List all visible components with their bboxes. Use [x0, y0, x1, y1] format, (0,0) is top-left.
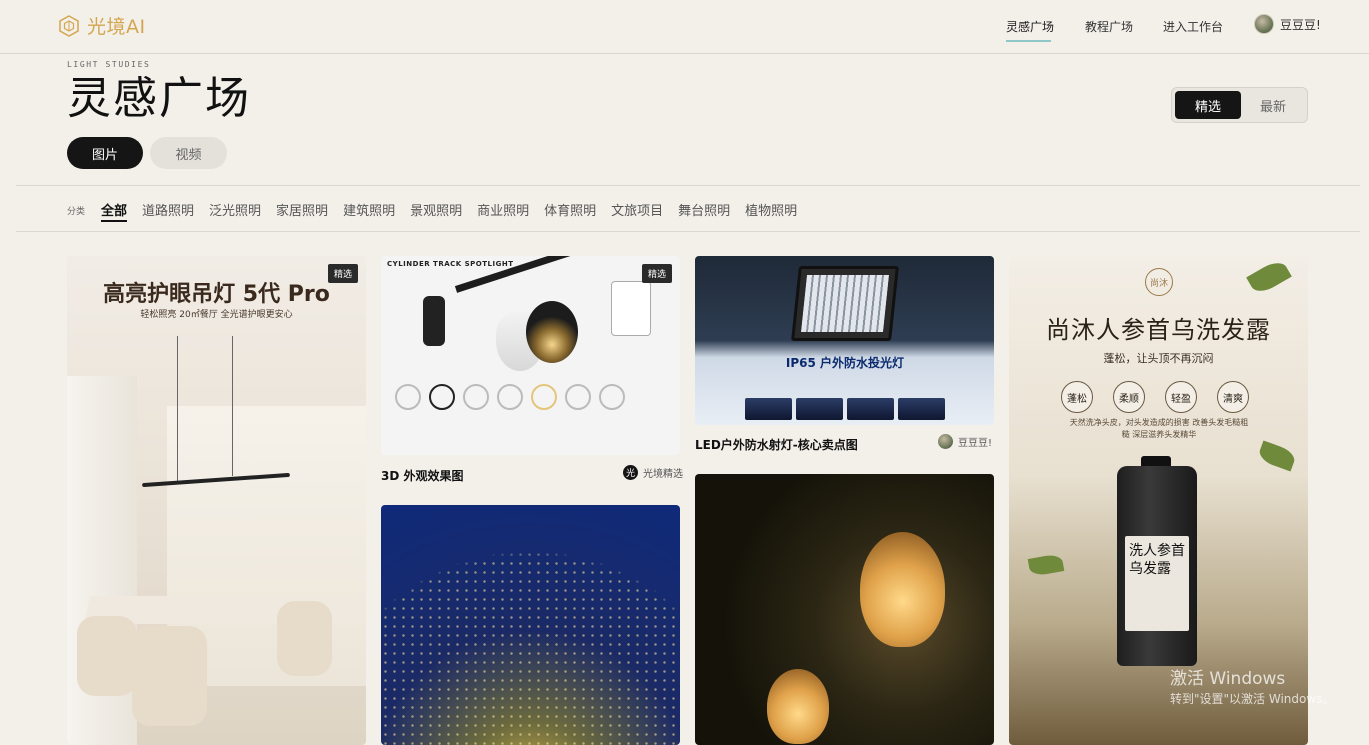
brand-seal: 尚沐 [1145, 268, 1173, 296]
category-sports[interactable]: 体育照明 [544, 200, 596, 222]
category-bar: 全部 道路照明 泛光照明 家居照明 建筑照明 景观照明 商业照明 体育照明 文旅… [101, 200, 812, 222]
logo[interactable]: 光境AI [57, 12, 146, 39]
category-home[interactable]: 家居照明 [276, 200, 328, 222]
tab-images[interactable]: 图片 [67, 137, 143, 169]
leaf [1256, 440, 1298, 472]
top-bar: 光境AI 灵感广场 教程广场 进入工作台 豆豆豆! [0, 0, 1369, 54]
windows-activation-watermark: 激活 Windows [1170, 669, 1286, 689]
accessory-ring [463, 384, 489, 410]
divider [16, 231, 1360, 232]
light-canopy-pattern [381, 505, 680, 745]
page-title: 灵感广场 [67, 73, 251, 124]
category-commercial[interactable]: 商业照明 [477, 200, 529, 222]
featured-badge: 精选 [641, 264, 672, 283]
user-menu[interactable]: 豆豆豆! [1254, 14, 1321, 34]
accessory-ring [429, 384, 455, 410]
nav-active-indicator [1006, 40, 1051, 42]
nav-tutorials[interactable]: 教程广场 [1085, 18, 1133, 35]
category-culture-tourism[interactable]: 文旅项目 [611, 200, 663, 222]
gallery-card-light-canopy[interactable] [381, 505, 680, 745]
category-all[interactable]: 全部 [101, 200, 128, 222]
dining-chair [132, 626, 207, 726]
thumbnail [745, 398, 792, 420]
sort-latest-button[interactable]: 最新 [1240, 91, 1306, 119]
category-architecture[interactable]: 建筑照明 [343, 200, 395, 222]
category-stage[interactable]: 舞台照明 [678, 200, 730, 222]
card-author[interactable]: 豆豆豆! [938, 434, 992, 449]
gallery-card-floodlight[interactable]: IP65 户外防水投光灯 [695, 256, 994, 425]
category-label: 分类 [67, 207, 86, 217]
card-overlay-title: 尚沐人参首乌洗发露 [1046, 316, 1271, 344]
thumbnail-strip [745, 398, 945, 420]
rattan-lantern [860, 532, 945, 647]
nav-workspace[interactable]: 进入工作台 [1163, 18, 1223, 35]
windows-activation-hint: 转到"设置"以激活 Windows。 [1170, 692, 1335, 706]
nav-inspiration[interactable]: 灵感广场 [1006, 18, 1054, 35]
avatar [1254, 14, 1274, 34]
spotlight-exploded [423, 296, 445, 346]
card-overlay-slogan: 蓬松，让头顶不再沉闷 [1103, 352, 1214, 365]
category-landscape[interactable]: 景观照明 [410, 200, 462, 222]
dining-chair [77, 616, 137, 696]
category-road[interactable]: 道路照明 [142, 200, 194, 222]
feature-tag: 柔顺 [1113, 381, 1145, 413]
accessory-ring [531, 384, 557, 410]
accessory-ring [395, 384, 421, 410]
author-avatar [938, 434, 953, 449]
card-caption: LED户外防水射灯-核心卖点图 [695, 438, 858, 452]
card-image-banner: IP65 户外防水投光灯 [785, 356, 905, 370]
floodlight-fixture [791, 266, 899, 341]
lamp-wire [232, 336, 233, 476]
gallery-card-track-spotlight[interactable]: CYLINDER TRACK SPOTLIGHT 精选 [381, 256, 680, 455]
feature-tag: 轻盈 [1165, 381, 1197, 413]
feature-tag: 清爽 [1217, 381, 1249, 413]
category-plant[interactable]: 植物照明 [745, 200, 797, 222]
lamp-wire [177, 336, 178, 481]
page-eyebrow: LIGHT STUDIES [67, 60, 151, 69]
logo-text: 光境AI [87, 16, 146, 38]
spotlight-diagram [611, 281, 651, 336]
gallery-card-pendant-lamp[interactable]: 高亮护眼吊灯 5代 Pro 轻松照亮 20㎡餐厅 全光谱护眼更安心 精选 [67, 256, 366, 745]
dining-chair [277, 601, 332, 676]
card-overlay-title: 高亮护眼吊灯 5代 Pro [103, 282, 330, 307]
author-logo-icon: 光 [623, 465, 638, 480]
author-name: 豆豆豆! [958, 438, 993, 449]
user-name: 豆豆豆! [1280, 17, 1321, 32]
card-caption: 3D 外观效果图 [381, 469, 464, 483]
thumbnail [898, 398, 945, 420]
feature-tags: 蓬松 柔顺 轻盈 清爽 [1061, 381, 1249, 413]
sort-featured-button[interactable]: 精选 [1175, 91, 1241, 119]
featured-badge: 精选 [327, 264, 358, 283]
accessory-row [395, 384, 675, 410]
thumbnail [796, 398, 843, 420]
gallery-card-lanterns[interactable] [695, 474, 994, 745]
tab-videos[interactable]: 视频 [150, 137, 227, 169]
category-flood[interactable]: 泛光照明 [209, 200, 261, 222]
card-image-heading: CYLINDER TRACK SPOTLIGHT [387, 260, 514, 268]
thumbnail [847, 398, 894, 420]
spotlight-black [526, 301, 578, 363]
card-author[interactable]: 光 光境精选 [623, 465, 683, 480]
accessory-ring [599, 384, 625, 410]
accessory-ring [565, 384, 591, 410]
rattan-lantern [767, 669, 829, 744]
card-overlay-description: 天然洗净头皮，对头发造成的损害 改善头发毛糙粗糙 深层滋养头发精华 [1069, 418, 1249, 439]
accessory-ring [497, 384, 523, 410]
sort-toggle: 精选 最新 [1171, 87, 1308, 123]
feature-tag: 蓬松 [1061, 381, 1093, 413]
author-name: 光境精选 [643, 469, 683, 480]
hexagon-logo-icon [59, 14, 79, 37]
card-overlay-subtitle: 轻松照亮 20㎡餐厅 全光谱护眼更安心 [140, 310, 293, 320]
divider [16, 185, 1360, 186]
bottle-label: 洗人参首乌发露 [1125, 536, 1189, 631]
leaf [1027, 553, 1065, 577]
leaf [1246, 257, 1292, 297]
